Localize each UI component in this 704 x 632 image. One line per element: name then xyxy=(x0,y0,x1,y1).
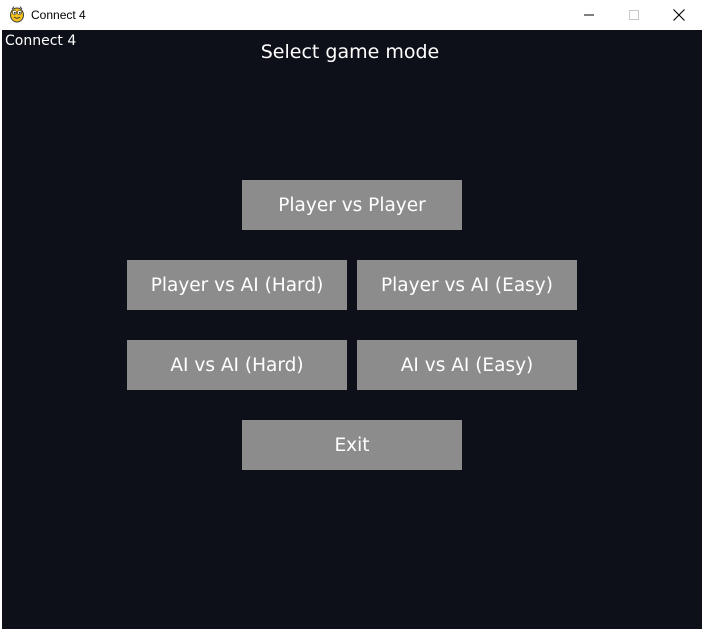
exit-button[interactable]: Exit xyxy=(242,420,462,470)
game-canvas: Connect 4 Select game mode Player vs Pla… xyxy=(2,30,702,629)
window-title: Connect 4 xyxy=(31,8,86,22)
pygame-snake-icon xyxy=(9,5,25,23)
minimize-icon xyxy=(584,10,594,20)
player-vs-ai-hard-button[interactable]: Player vs AI (Hard) xyxy=(127,260,347,310)
title-bar[interactable]: Connect 4 xyxy=(0,0,704,30)
maximize-button[interactable] xyxy=(611,0,657,30)
ai-vs-ai-hard-button[interactable]: AI vs AI (Hard) xyxy=(127,340,347,390)
player-vs-ai-easy-button[interactable]: Player vs AI (Easy) xyxy=(357,260,577,310)
close-icon xyxy=(673,9,685,21)
close-button[interactable] xyxy=(656,0,702,30)
player-vs-player-button[interactable]: Player vs Player xyxy=(242,180,462,230)
ai-vs-ai-easy-button[interactable]: AI vs AI (Easy) xyxy=(357,340,577,390)
maximize-icon xyxy=(629,10,639,20)
minimize-button[interactable] xyxy=(566,0,612,30)
page-title: Select game mode xyxy=(260,41,440,63)
app-window: Connect 4 Connect 4 Select game mode Pla… xyxy=(0,0,704,632)
